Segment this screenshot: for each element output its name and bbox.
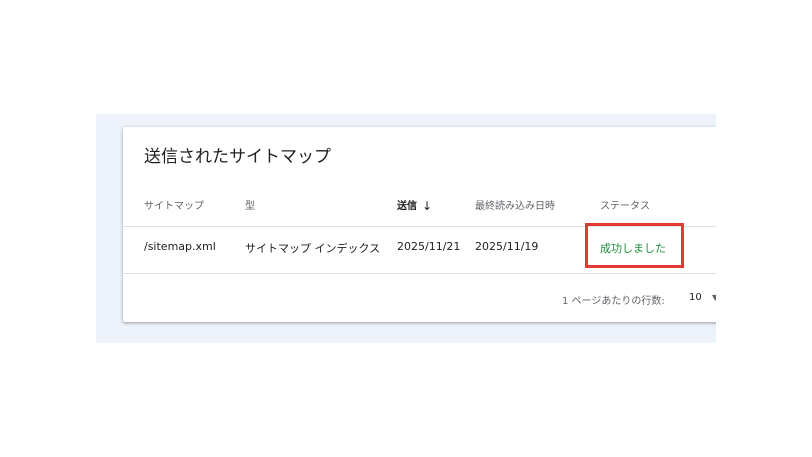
- rows-per-page-select[interactable]: 10: [689, 292, 702, 303]
- highlight-annotation: [585, 223, 684, 268]
- cell-last-read: 2025/11/19: [475, 240, 539, 253]
- chevron-down-icon[interactable]: ▼: [712, 293, 716, 302]
- column-header-type[interactable]: 型: [245, 197, 255, 212]
- card-title: 送信されたサイトマップ: [144, 147, 331, 167]
- column-header-last-read[interactable]: 最終読み込み日時: [475, 197, 555, 212]
- arrow-down-icon: ↓: [422, 199, 433, 213]
- cell-submitted: 2025/11/21: [397, 240, 461, 253]
- row-divider: [123, 273, 716, 274]
- column-header-status[interactable]: ステータス: [600, 197, 650, 212]
- column-header-submitted[interactable]: 送信 ↓: [397, 197, 432, 213]
- cell-sitemap[interactable]: /sitemap.xml: [144, 240, 216, 253]
- column-header-sitemap[interactable]: サイトマップ: [144, 197, 204, 212]
- cell-type: サイトマップ インデックス: [245, 242, 381, 255]
- viewport: 送信されたサイトマップ サイトマップ 型 送信 ↓ 最終読み込み日時 ステータス …: [0, 0, 716, 457]
- column-header-submitted-label: 送信: [397, 201, 417, 212]
- rows-per-page-label: 1 ページあたりの行数:: [562, 296, 665, 307]
